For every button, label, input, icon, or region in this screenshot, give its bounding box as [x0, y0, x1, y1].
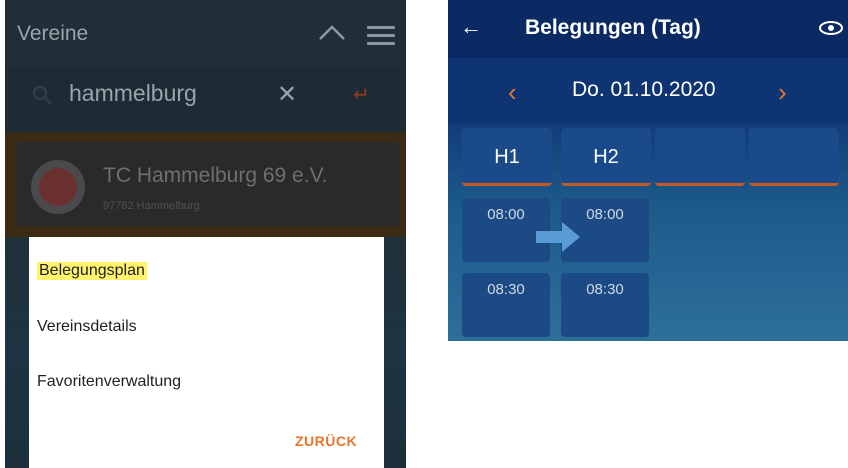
court-header-h1[interactable]: H1 [462, 128, 552, 186]
page-title: Belegungen (Tag) [525, 16, 701, 39]
back-button[interactable]: ZURÜCK [295, 433, 357, 449]
menu-item-vereinsdetails[interactable]: Vereinsdetails [37, 318, 137, 336]
search-bar [5, 66, 406, 132]
court-header-3[interactable] [655, 128, 745, 186]
left-phone-screen: Vereine hammelburg ✕ ↵ TC Hammelburg 69 … [5, 0, 406, 468]
previous-day-button[interactable]: ‹ [508, 77, 517, 108]
search-input[interactable]: hammelburg [69, 80, 197, 107]
current-date: Do. 01.10.2020 [572, 78, 716, 101]
right-phone-screen: ← Belegungen (Tag) ‹ Do. 01.10.2020 › H1… [448, 0, 848, 341]
court-header-4[interactable] [749, 128, 839, 186]
club-location: 97762 Hammelburg [103, 200, 200, 212]
time-slot-h1-0830[interactable]: 08:30 [462, 273, 550, 337]
pointer-arrow-icon [536, 222, 580, 252]
next-day-button[interactable]: › [778, 77, 787, 108]
chevron-up-icon[interactable] [317, 22, 347, 42]
page-title: Vereine [17, 22, 89, 45]
search-icon [32, 85, 52, 105]
club-logo [31, 160, 85, 214]
hamburger-icon[interactable] [367, 26, 395, 46]
court-header-h2[interactable]: H2 [561, 128, 651, 186]
eye-icon[interactable] [818, 20, 844, 36]
submit-search-icon[interactable]: ↵ [353, 82, 370, 107]
back-arrow-icon[interactable]: ← [460, 14, 482, 40]
clear-search-icon[interactable]: ✕ [277, 80, 297, 109]
menu-item-favoritenverwaltung[interactable]: Favoritenverwaltung [37, 373, 181, 391]
time-slot-h2-0830[interactable]: 08:30 [561, 273, 649, 337]
club-name: TC Hammelburg 69 e.V. [103, 164, 328, 187]
menu-item-belegungsplan[interactable]: Belegungsplan [37, 262, 147, 280]
